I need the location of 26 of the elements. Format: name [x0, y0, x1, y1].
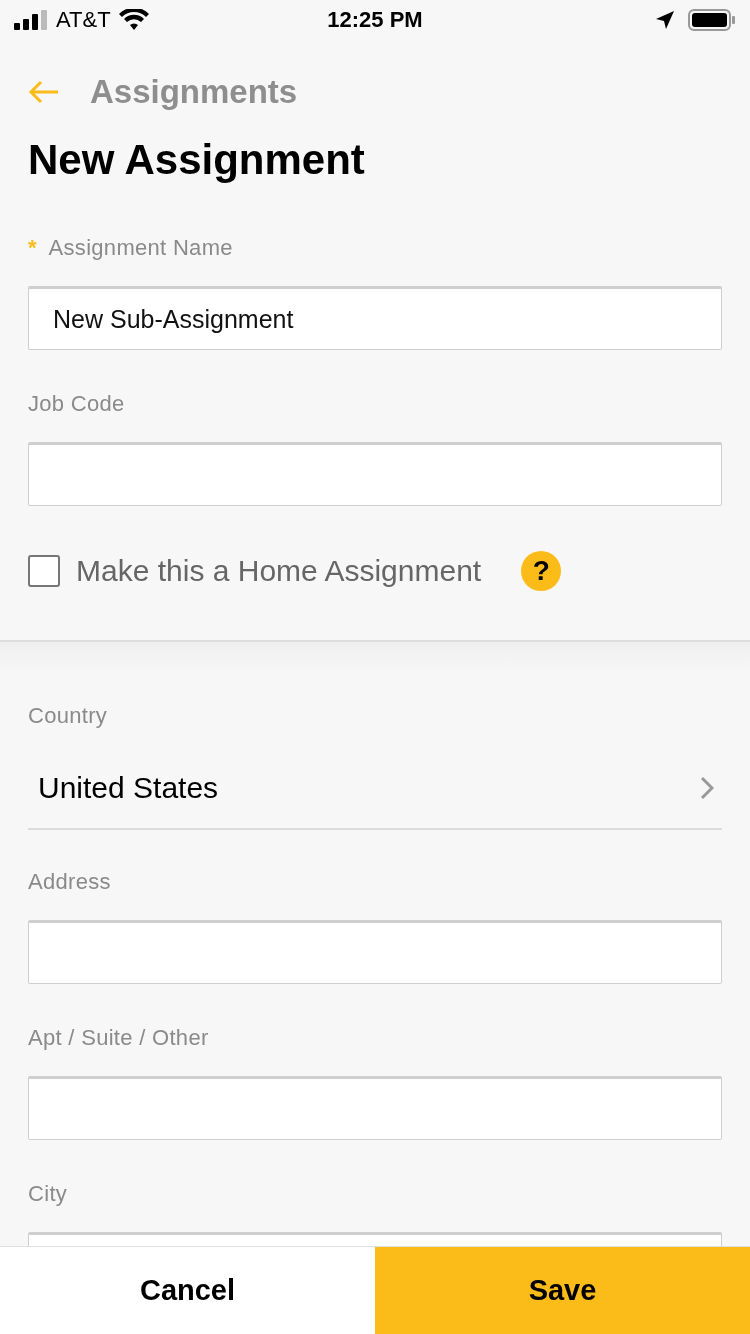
- field-label: Apt / Suite / Other: [28, 1025, 209, 1051]
- signal-icon: [14, 10, 48, 30]
- save-button[interactable]: Save: [375, 1247, 750, 1334]
- field-label: Country: [28, 703, 108, 729]
- text-field[interactable]: New Sub-Assignment: [28, 286, 722, 350]
- battery-icon: [688, 9, 736, 31]
- required-mark: *: [28, 235, 37, 261]
- field-label: City: [28, 1181, 68, 1207]
- checkbox[interactable]: [28, 555, 60, 587]
- field-label: Address: [28, 869, 111, 895]
- page-title: New Assignment: [28, 136, 366, 184]
- back-arrow-icon[interactable]: [28, 80, 60, 104]
- wifi-icon: [118, 9, 149, 31]
- text-field[interactable]: [28, 442, 722, 506]
- carrier-label: AT&T: [56, 7, 111, 33]
- status-time: 12:25 PM: [327, 7, 423, 33]
- field-label: Assignment Name: [48, 235, 233, 261]
- field-label: Job Code: [28, 391, 125, 417]
- location-arrow-icon: [656, 11, 674, 29]
- text-field[interactable]: [28, 920, 722, 984]
- help-button[interactable]: ?: [521, 551, 562, 591]
- cancel-button[interactable]: Cancel: [0, 1247, 375, 1334]
- checkbox-label: Make this a Home Assignment: [76, 554, 482, 588]
- chevron-right-icon: [700, 776, 714, 800]
- country-selector[interactable]: United States: [28, 748, 722, 830]
- text-field[interactable]: [28, 1076, 722, 1140]
